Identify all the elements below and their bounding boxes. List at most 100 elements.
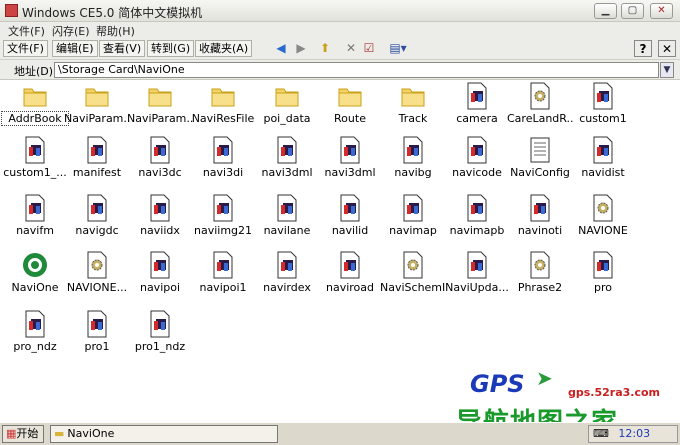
file-icon: [400, 136, 426, 164]
list-item-label: NaviResFile: [191, 112, 255, 125]
minimize-button[interactable]: ▁: [594, 3, 617, 19]
list-item[interactable]: navimapb: [444, 194, 510, 240]
list-item[interactable]: navipoi1: [190, 251, 256, 297]
list-item[interactable]: navinoti: [507, 194, 573, 240]
list-item[interactable]: manifest: [64, 136, 130, 182]
folder-icon: [210, 82, 236, 110]
list-item[interactable]: pro_ndz: [2, 310, 68, 356]
help-icon[interactable]: ?: [634, 40, 652, 57]
file-icon: [464, 136, 490, 164]
list-item-label: navigdc: [75, 224, 119, 237]
toolbar-menu-edit[interactable]: 编辑(E): [52, 40, 98, 57]
list-item-label: NaviParam...: [64, 112, 130, 125]
toolbar-menu-favorites[interactable]: 收藏夹(A): [195, 40, 253, 57]
list-item[interactable]: naviimg21: [190, 194, 256, 240]
list-item[interactable]: navilane: [254, 194, 320, 240]
list-item-label: navilane: [263, 224, 311, 237]
list-item[interactable]: pro1_ndz: [127, 310, 193, 356]
list-item[interactable]: NaviConfig: [507, 136, 573, 182]
file-icon: [337, 194, 363, 222]
toolbar-menu-file[interactable]: 文件(F): [3, 40, 48, 57]
list-item-label: camera: [456, 112, 498, 125]
list-item[interactable]: NAVIONE...: [64, 251, 130, 297]
taskbar-item-naviOne[interactable]: ▬ NaviOne: [50, 425, 278, 443]
list-item[interactable]: navimap: [380, 194, 446, 240]
list-item[interactable]: AddrBook: [1, 82, 69, 128]
list-item[interactable]: navi3dml: [317, 136, 383, 182]
list-item[interactable]: Route: [317, 82, 383, 128]
forward-icon[interactable]: ▶: [292, 40, 310, 57]
address-input[interactable]: \Storage Card\NaviOne: [54, 62, 659, 78]
views-icon[interactable]: ▤▾: [384, 40, 412, 57]
address-bar: 地址(D) \Storage Card\NaviOne ▼: [0, 60, 680, 80]
menu-flash[interactable]: 闪存(E): [52, 23, 90, 39]
list-item-label: navirdex: [263, 281, 311, 294]
list-item-label: navibg: [394, 166, 432, 179]
list-item[interactable]: pro: [570, 251, 636, 297]
list-item[interactable]: navilid: [317, 194, 383, 240]
list-item[interactable]: navi3dml: [254, 136, 320, 182]
list-item[interactable]: NaviUpda...: [444, 251, 510, 297]
list-item[interactable]: Phrase2: [507, 251, 573, 297]
list-item-label: navidist: [581, 166, 625, 179]
list-item-label: NaviSchemID: [380, 281, 446, 294]
list-item-label: NaviConfig: [510, 166, 570, 179]
toolbar-menu-goto[interactable]: 转到(G): [147, 40, 195, 57]
list-item[interactable]: navi3di: [190, 136, 256, 182]
list-item[interactable]: NaviOne: [2, 251, 68, 297]
list-item-label: Route: [334, 112, 366, 125]
file-icon: [22, 136, 48, 164]
menu-file[interactable]: 文件(F): [8, 23, 45, 39]
list-item[interactable]: NAVIONE: [570, 194, 636, 240]
delete-icon[interactable]: ✕: [342, 40, 360, 57]
file-icon: [590, 251, 616, 279]
folder-icon: [337, 82, 363, 110]
file-icon: [400, 194, 426, 222]
folder-icon: [400, 82, 426, 110]
list-item[interactable]: Track: [380, 82, 446, 128]
list-item[interactable]: NaviParam...: [64, 82, 130, 128]
maximize-button[interactable]: ▢: [621, 3, 644, 19]
menu-help[interactable]: 帮助(H): [96, 23, 135, 39]
list-item[interactable]: navibg: [380, 136, 446, 182]
list-item[interactable]: NaviSchemID: [380, 251, 446, 297]
system-tray: ⌨ 12:03: [588, 425, 678, 443]
toolbar-menu-view[interactable]: 查看(V): [99, 40, 146, 57]
folder-icon: [84, 82, 110, 110]
list-item-label: custom1_...: [3, 166, 67, 179]
list-item[interactable]: custom1_...: [2, 136, 68, 182]
start-button[interactable]: ▦开始: [2, 425, 44, 443]
properties-icon[interactable]: ☑: [360, 40, 378, 57]
list-item[interactable]: naviidx: [127, 194, 193, 240]
file-icon: [147, 310, 173, 338]
close-button[interactable]: ✕: [650, 3, 673, 19]
list-item[interactable]: navirdex: [254, 251, 320, 297]
list-item[interactable]: NaviResFile: [190, 82, 256, 128]
list-item[interactable]: navi3dc: [127, 136, 193, 182]
up-folder-icon[interactable]: ⬆: [316, 40, 334, 57]
back-icon[interactable]: ◀: [272, 40, 290, 57]
taskbar-item-label: NaviOne: [67, 427, 115, 440]
list-item-label: navi3di: [202, 166, 244, 179]
list-item[interactable]: NaviParam...: [127, 82, 193, 128]
list-item[interactable]: navicode: [444, 136, 510, 182]
notepad-icon: [527, 136, 553, 164]
list-item[interactable]: camera: [444, 82, 510, 128]
list-item[interactable]: pro1: [64, 310, 130, 356]
file-icon: [147, 251, 173, 279]
list-item[interactable]: navipoi: [127, 251, 193, 297]
list-item[interactable]: custom1: [570, 82, 636, 128]
address-dropdown-icon[interactable]: ▼: [660, 62, 674, 78]
list-item[interactable]: naviroad: [317, 251, 383, 297]
close-explorer-icon[interactable]: ✕: [658, 40, 676, 57]
list-item-label: navi3dc: [138, 166, 182, 179]
list-item[interactable]: poi_data: [254, 82, 320, 128]
list-item[interactable]: navigdc: [64, 194, 130, 240]
file-icon: [147, 194, 173, 222]
list-item[interactable]: navifm: [2, 194, 68, 240]
gear-icon: [84, 251, 110, 279]
list-item[interactable]: navidist: [570, 136, 636, 182]
list-item[interactable]: CareLandR...: [507, 82, 573, 128]
tray-keyboard-icon[interactable]: ⌨: [593, 427, 609, 440]
list-item-label: CareLandR...: [507, 112, 573, 125]
